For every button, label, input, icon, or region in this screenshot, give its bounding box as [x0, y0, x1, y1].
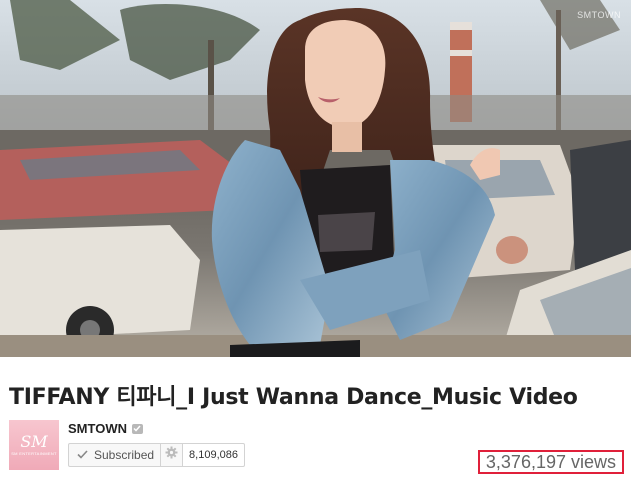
subscribed-button[interactable]: Subscribed [68, 443, 162, 467]
subscription-settings-button[interactable] [161, 443, 184, 467]
check-icon [77, 448, 88, 462]
gear-icon [165, 446, 178, 464]
channel-row: SMTOWN [68, 421, 143, 436]
channel-avatar-logo: SM [20, 432, 48, 451]
video-info: TIFFANY 티파니_I Just Wanna Dance_Music Vid… [0, 357, 631, 478]
subscriber-count: 8,109,086 [183, 443, 245, 467]
video-player[interactable]: SMTOWN [0, 0, 631, 357]
video-title: TIFFANY 티파니_I Just Wanna Dance_Music Vid… [9, 385, 578, 410]
video-frame-scene [0, 0, 631, 357]
channel-name-link[interactable]: SMTOWN [68, 421, 127, 436]
subscribe-group: Subscribed 8,109,086 [68, 443, 245, 467]
view-count: 3,376,197 views [477, 450, 624, 474]
channel-avatar-subtext: SM ENTERTAINMENT [11, 451, 57, 456]
video-watermark: SMTOWN [577, 10, 621, 20]
channel-avatar[interactable]: SM SM ENTERTAINMENT [9, 420, 59, 470]
subscribed-label: Subscribed [94, 448, 155, 462]
verified-check-icon [131, 423, 143, 434]
